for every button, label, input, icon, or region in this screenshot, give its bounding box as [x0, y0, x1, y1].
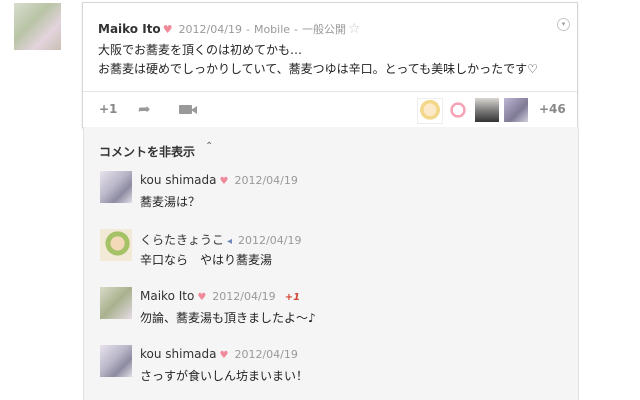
comment-plus-one[interactable]: +1 [285, 292, 300, 303]
post-visibility[interactable]: 一般公開 [302, 23, 346, 36]
comment-item: kou shimada ♥ 2012/04/19 さっすが食いしん坊まいまい！ [100, 345, 570, 385]
heart-icon: ♥ [219, 176, 229, 187]
post-author-name[interactable]: Maiko Ito [98, 22, 161, 36]
comment-date: 2012/04/19 [234, 174, 298, 187]
comment-date: 2012/04/19 [238, 234, 302, 247]
heart-icon: ♥ [197, 292, 207, 303]
post-menu-chevron-icon[interactable]: ▾ [557, 18, 570, 31]
post-via: Mobile [253, 23, 291, 36]
comment-item: Maiko Ito ♥ 2012/04/19 +1 勿論、蕎麦湯も頂きましたよ〜♪ [100, 287, 570, 327]
post-card: Maiko Ito ♥ 2012/04/19- Mobile - 一般公開 ☆ ▾ 大阪でお… [82, 2, 578, 128]
comment-item: kou shimada ♥ 2012/04/19 蕎麦湯は？ [100, 171, 570, 211]
comment-author[interactable]: kou shimada [140, 347, 217, 361]
comment-author[interactable]: くらたきょうこ [140, 233, 224, 247]
plus-one-button[interactable]: +1 [99, 102, 117, 116]
commenter-avatar[interactable] [100, 345, 132, 377]
sharers-count[interactable]: +46 [539, 102, 566, 116]
comment-item: くらたきょうこ ◂ 2012/04/19 辛口なら やはり蕎麦湯 [100, 229, 570, 269]
sharer-avatar[interactable] [504, 98, 528, 122]
comment-text: 蕎麦湯は？ [140, 195, 201, 209]
share-icon[interactable]: ➦ [138, 100, 151, 118]
header-separator: - [294, 23, 299, 36]
star-icon[interactable]: ☆ [348, 21, 361, 37]
post-author-avatar[interactable] [14, 3, 61, 50]
hide-comments-link[interactable]: コメントを非表示 [99, 143, 195, 160]
sharer-avatar[interactable] [475, 98, 499, 122]
comment-text: 勿論、蕎麦湯も頂きましたよ〜♪ [140, 311, 316, 325]
comment-date: 2012/04/19 [234, 348, 298, 361]
comments-panel: コメントを非表示 ⌃ kou shimada ♥ 2012/04/19 蕎麦湯は？ … [83, 127, 579, 400]
triangle-left-icon: ◂ [227, 236, 233, 247]
sharer-avatar[interactable] [446, 98, 470, 122]
hangout-video-icon[interactable] [179, 105, 197, 114]
commenter-avatar[interactable] [100, 229, 132, 261]
comment-header: Maiko Ito ♥ 2012/04/19 +1 [140, 289, 300, 303]
heart-icon: ♥ [162, 23, 173, 36]
commenter-avatar[interactable] [100, 171, 132, 203]
post-action-bar: +1 ➦ +46 [83, 91, 577, 128]
post-date[interactable]: 2012/04/19 [179, 23, 242, 36]
comment-text: さっすが食いしん坊まいまい！ [140, 369, 309, 383]
post-body-line: お蕎麦は硬めでしっかりしていて、蕎麦つゆは辛口。とっても美味しかったです♡ [98, 62, 538, 76]
comment-author[interactable]: kou shimada [140, 173, 217, 187]
sharer-avatar[interactable] [417, 98, 443, 124]
header-separator: - [245, 23, 250, 36]
comment-text: 辛口なら やはり蕎麦湯 [140, 253, 273, 267]
comment-author[interactable]: Maiko Ito [140, 289, 194, 303]
post-header: Maiko Ito ♥ 2012/04/19- Mobile - 一般公開 ☆ [98, 21, 361, 37]
heart-icon: ♥ [219, 350, 229, 361]
comment-date: 2012/04/19 [212, 290, 276, 303]
commenter-avatar[interactable] [100, 287, 132, 319]
post-body: 大阪でお蕎麦を頂くのは初めてかも… お蕎麦は硬めでしっかりしていて、蕎麦つゆは辛… [98, 41, 538, 79]
comment-header: くらたきょうこ ◂ 2012/04/19 [140, 231, 310, 248]
comment-header: kou shimada ♥ 2012/04/19 [140, 347, 307, 361]
comment-header: kou shimada ♥ 2012/04/19 [140, 173, 307, 187]
post-body-line: 大阪でお蕎麦を頂くのは初めてかも… [98, 43, 303, 57]
chevron-up-icon[interactable]: ⌃ [205, 141, 213, 152]
